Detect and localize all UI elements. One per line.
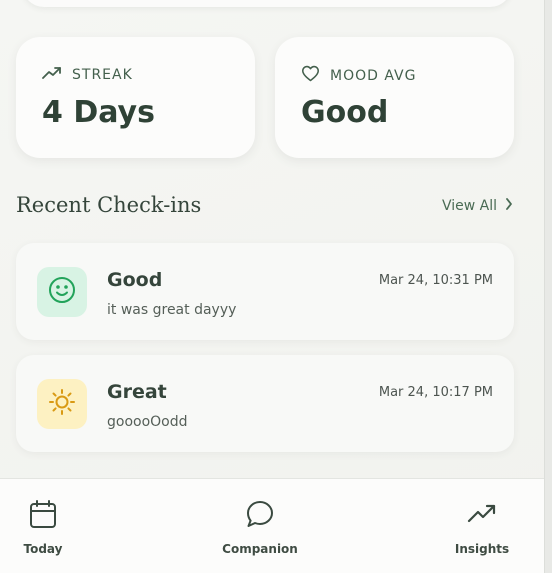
checkin-mood: Great bbox=[107, 381, 167, 403]
checkin-mood: Good bbox=[107, 269, 163, 291]
trending-up-icon bbox=[42, 65, 62, 84]
recent-checkins-title: Recent Check-ins bbox=[16, 193, 202, 217]
bottom-navigation: Today Companion Insights bbox=[0, 478, 544, 573]
streak-card: STREAK 4 Days bbox=[16, 37, 255, 158]
chat-bubble-icon bbox=[245, 499, 275, 533]
previous-card-edge bbox=[22, 0, 512, 7]
mood-icon-box bbox=[37, 267, 87, 317]
streak-value: 4 Days bbox=[42, 95, 155, 130]
checkin-note: it was great dayyy bbox=[107, 302, 237, 318]
nav-item-companion[interactable]: Companion bbox=[215, 499, 305, 556]
streak-label-row: STREAK bbox=[42, 65, 133, 84]
smiley-face-icon bbox=[47, 275, 77, 309]
sun-icon bbox=[47, 387, 77, 421]
scrollbar[interactable] bbox=[544, 0, 552, 573]
nav-label-today: Today bbox=[23, 542, 63, 556]
nav-label-insights: Insights bbox=[454, 542, 510, 556]
chevron-right-icon bbox=[505, 198, 513, 214]
mood-avg-value: Good bbox=[301, 95, 389, 130]
mood-avg-label-row: MOOD AVG bbox=[301, 65, 416, 86]
mood-avg-card: MOOD AVG Good bbox=[275, 37, 514, 158]
mood-avg-label: MOOD AVG bbox=[330, 67, 417, 84]
mood-icon-box bbox=[37, 379, 87, 429]
checkin-note: gooooOodd bbox=[107, 414, 188, 430]
view-all-label: View All bbox=[442, 198, 498, 214]
nav-label-companion: Companion bbox=[222, 542, 298, 556]
checkin-timestamp: Mar 24, 10:31 PM bbox=[378, 273, 493, 288]
checkin-card[interactable]: Great gooooOodd Mar 24, 10:17 PM bbox=[16, 355, 514, 452]
nav-item-today[interactable]: Today bbox=[22, 499, 64, 556]
trending-up-icon bbox=[467, 499, 497, 533]
view-all-link[interactable]: View All bbox=[442, 198, 513, 214]
nav-item-insights[interactable]: Insights bbox=[452, 499, 512, 556]
streak-label: STREAK bbox=[72, 66, 133, 83]
heart-icon bbox=[301, 65, 320, 86]
calendar-icon bbox=[29, 499, 57, 533]
checkin-timestamp: Mar 24, 10:17 PM bbox=[378, 385, 493, 400]
checkin-card[interactable]: Good it was great dayyy Mar 24, 10:31 PM bbox=[16, 243, 514, 340]
app-screen: STREAK 4 Days MOOD AVG Good Recent Check… bbox=[0, 0, 544, 573]
